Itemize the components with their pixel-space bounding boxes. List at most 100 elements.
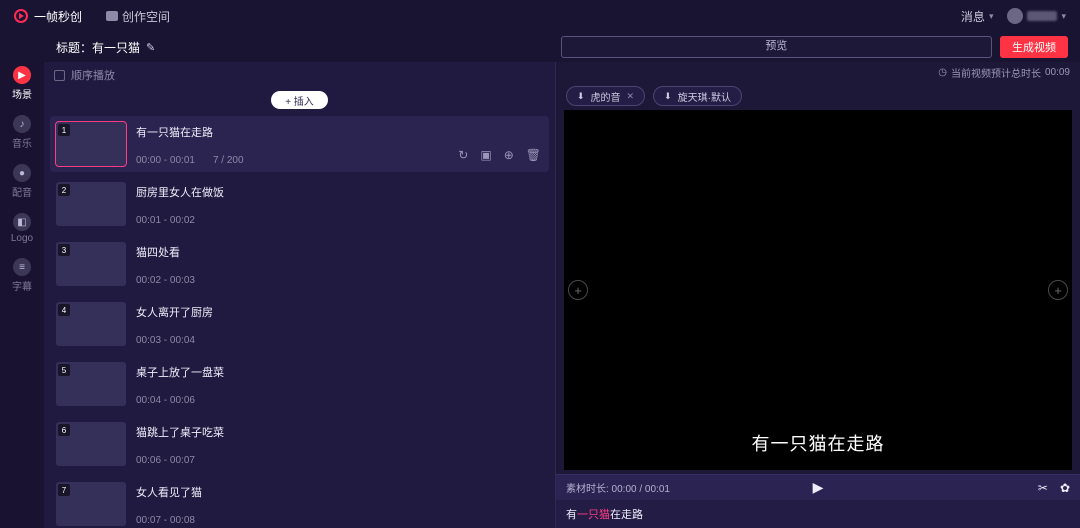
scene-title: 女人离开了厨房 (136, 304, 543, 320)
user-menu[interactable]: ▾ (1007, 8, 1066, 24)
scene-time: 00:02 - 00:03 (136, 275, 195, 286)
next-scene-button[interactable]: + (1048, 280, 1068, 300)
scene-time: 00:00 - 00:01 (136, 155, 195, 166)
scene-list[interactable]: 1 有一只猫在走路 00:00 - 00:01 7 / 200 ↻ ▣ ⊕ 🗑 … (44, 112, 555, 528)
scene-item[interactable]: 5 桌子上放了一盘菜 00:04 - 00:06 (50, 356, 549, 412)
status-time: 00:09 (1045, 67, 1070, 78)
audio-tag-label: 虎的音 (591, 89, 621, 104)
brand[interactable]: 一帧秒创 (14, 8, 82, 25)
caption-text-highlight: 一只猫 (577, 506, 610, 522)
messages-menu[interactable]: 消息 ▾ (961, 8, 994, 25)
rail-subtitle[interactable]: ≡ 字幕 (12, 258, 32, 293)
scene-icon: ▶ (13, 66, 31, 84)
voice-tag-label: 旋天琪·默认 (678, 89, 731, 104)
rail-scene-label: 场景 (12, 86, 32, 101)
insert-button[interactable]: + 插入 (271, 91, 328, 109)
sequential-play-label: 顺序播放 (71, 67, 115, 83)
workspace-nav[interactable]: 创作空间 (106, 8, 170, 25)
preview-button[interactable]: 预览 (561, 36, 992, 58)
rail-music-label: 音乐 (12, 135, 32, 150)
scene-thumb[interactable]: 6 (56, 422, 126, 466)
chevron-down-icon: ▾ (1061, 11, 1066, 22)
preview-stage[interactable]: + + 有一只猫在走路 (564, 110, 1072, 470)
download-icon: ⬇ (664, 91, 672, 102)
edit-title-icon[interactable]: ✎ (146, 41, 155, 54)
scene-time: 00:01 - 00:02 (136, 215, 195, 226)
scene-item[interactable]: 6 猫跳上了桌子吃菜 00:06 - 00:07 (50, 416, 549, 472)
scene-time: 00:06 - 00:07 (136, 455, 195, 466)
rail-scene[interactable]: ▶ 场景 (12, 66, 32, 101)
scene-title: 猫四处看 (136, 244, 543, 260)
scene-panel: 顺序播放 + 插入 1 有一只猫在走路 00:00 - 00:01 7 / 20… (44, 62, 556, 528)
scene-thumb[interactable]: 5 (56, 362, 126, 406)
caption-text-a: 有 (566, 506, 577, 522)
brand-name: 一帧秒创 (34, 8, 82, 25)
clock-icon: ◷ (938, 67, 947, 78)
title-value: 有一只猫 (92, 39, 140, 56)
scene-number: 5 (58, 364, 70, 376)
brand-logo-icon (14, 9, 28, 23)
voice-icon: ● (13, 164, 31, 182)
scene-time: 00:03 - 00:04 (136, 335, 195, 346)
clip-time: 素材时长: 00:00 / 00:01 (566, 480, 670, 495)
scene-thumb[interactable]: 4 (56, 302, 126, 346)
scene-time: 00:07 - 00:08 (136, 515, 195, 526)
remove-tag-icon[interactable]: ✕ (627, 91, 635, 102)
preview-controls: 素材时长: 00:00 / 00:01 ▶ ✂ ✿ (556, 474, 1080, 500)
scene-item[interactable]: 2 厨房里女人在做饭 00:01 - 00:02 (50, 176, 549, 232)
settings-icon[interactable]: ✿ (1060, 481, 1070, 495)
scene-time: 00:04 - 00:06 (136, 395, 195, 406)
scene-title: 厨房里女人在做饭 (136, 184, 543, 200)
preview-tags: ⬇ 虎的音 ✕ ⬇ 旋天琪·默认 (556, 82, 1080, 110)
chevron-down-icon: ▾ (989, 11, 994, 22)
scene-number: 4 (58, 304, 70, 316)
scene-item[interactable]: 3 猫四处看 00:02 - 00:03 (50, 236, 549, 292)
scene-item[interactable]: 4 女人离开了厨房 00:03 - 00:04 (50, 296, 549, 352)
play-button[interactable]: ▶ (813, 479, 824, 496)
preview-caption: 有一只猫在走路 (564, 430, 1072, 456)
refresh-icon[interactable]: ↻ (458, 148, 468, 162)
scene-thumb[interactable]: 2 (56, 182, 126, 226)
generate-button-label: 生成视频 (1012, 39, 1056, 55)
add-icon[interactable]: ⊕ (504, 148, 514, 162)
delete-icon[interactable]: 🗑 (526, 148, 541, 162)
rail-logo-label: Logo (11, 233, 33, 244)
image-icon[interactable]: ▣ (480, 148, 491, 162)
cut-icon[interactable]: ✂ (1038, 481, 1048, 495)
rail-music[interactable]: ♪ 音乐 (12, 115, 32, 150)
rail-logo[interactable]: ◧ Logo (11, 213, 33, 244)
sequential-play-checkbox[interactable] (54, 70, 65, 81)
rail-voice[interactable]: ● 配音 (12, 164, 32, 199)
title-row: 标题： 有一只猫 ✎ 预览 生成视频 (44, 32, 1080, 62)
audio-tag[interactable]: ⬇ 虎的音 ✕ (566, 86, 645, 106)
music-icon: ♪ (13, 115, 31, 133)
scene-thumb[interactable]: 7 (56, 482, 126, 526)
caption-editor[interactable]: 有一只猫在走路 (556, 500, 1080, 528)
scene-title: 猫跳上了桌子吃菜 (136, 424, 543, 440)
messages-label: 消息 (961, 8, 985, 25)
prev-scene-button[interactable]: + (568, 280, 588, 300)
scene-number: 1 (58, 124, 70, 136)
insert-button-label: + 插入 (285, 93, 314, 108)
scene-options: 顺序播放 (44, 62, 555, 88)
rail-subtitle-label: 字幕 (12, 278, 32, 293)
user-name (1027, 11, 1057, 21)
left-rail: ▶ 场景 ♪ 音乐 ● 配音 ◧ Logo ≡ 字幕 (0, 62, 44, 528)
scene-thumb[interactable]: 1 (56, 122, 126, 166)
scene-thumb[interactable]: 3 (56, 242, 126, 286)
scene-item[interactable]: 1 有一只猫在走路 00:00 - 00:01 7 / 200 ↻ ▣ ⊕ 🗑 (50, 116, 549, 172)
scene-title: 女人看见了猫 (136, 484, 543, 500)
rail-voice-label: 配音 (12, 184, 32, 199)
preview-button-label: 预览 (765, 37, 787, 53)
generate-button[interactable]: 生成视频 (1000, 36, 1068, 58)
scene-item[interactable]: 7 女人看见了猫 00:07 - 00:08 (50, 476, 549, 528)
scene-number: 2 (58, 184, 70, 196)
voice-tag[interactable]: ⬇ 旋天琪·默认 (653, 86, 742, 106)
scene-title: 桌子上放了一盘菜 (136, 364, 543, 380)
title-prefix: 标题： (56, 39, 92, 56)
scene-number: 3 (58, 244, 70, 256)
preview-panel: ◷ 当前视频预计总时长 00:09 ⬇ 虎的音 ✕ ⬇ 旋天琪·默认 + + 有… (556, 62, 1080, 528)
logo-icon: ◧ (13, 213, 31, 231)
scene-title: 有一只猫在走路 (136, 124, 543, 140)
scene-number: 7 (58, 484, 70, 496)
